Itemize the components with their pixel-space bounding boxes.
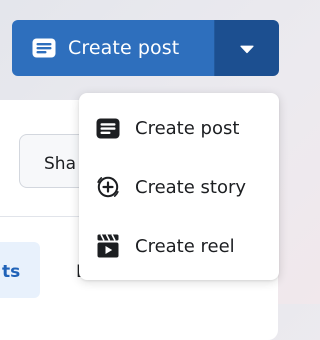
tab-active-label: ts [2, 262, 21, 282]
create-dropdown-toggle[interactable] [215, 20, 279, 76]
share-button-label: Sha [44, 154, 76, 174]
add-circle-icon [95, 174, 121, 200]
menu-item-label: Create story [135, 176, 247, 198]
menu-item-create-post[interactable]: Create post [79, 103, 279, 153]
menu-item-label: Create post [135, 117, 240, 139]
caret-down-icon [240, 39, 254, 58]
menu-item-create-story[interactable]: Create story [79, 162, 279, 212]
create-post-button[interactable]: Create post [12, 20, 214, 76]
create-split-button: Create post [12, 20, 279, 76]
post-icon [95, 115, 121, 141]
menu-item-create-reel[interactable]: Create reel [79, 221, 279, 271]
create-post-button-label: Create post [68, 37, 180, 59]
clapperboard-icon [95, 233, 121, 259]
menu-item-label: Create reel [135, 235, 235, 257]
create-dropdown-menu: Create post Create story Create reel [79, 93, 279, 280]
post-icon [32, 38, 56, 58]
